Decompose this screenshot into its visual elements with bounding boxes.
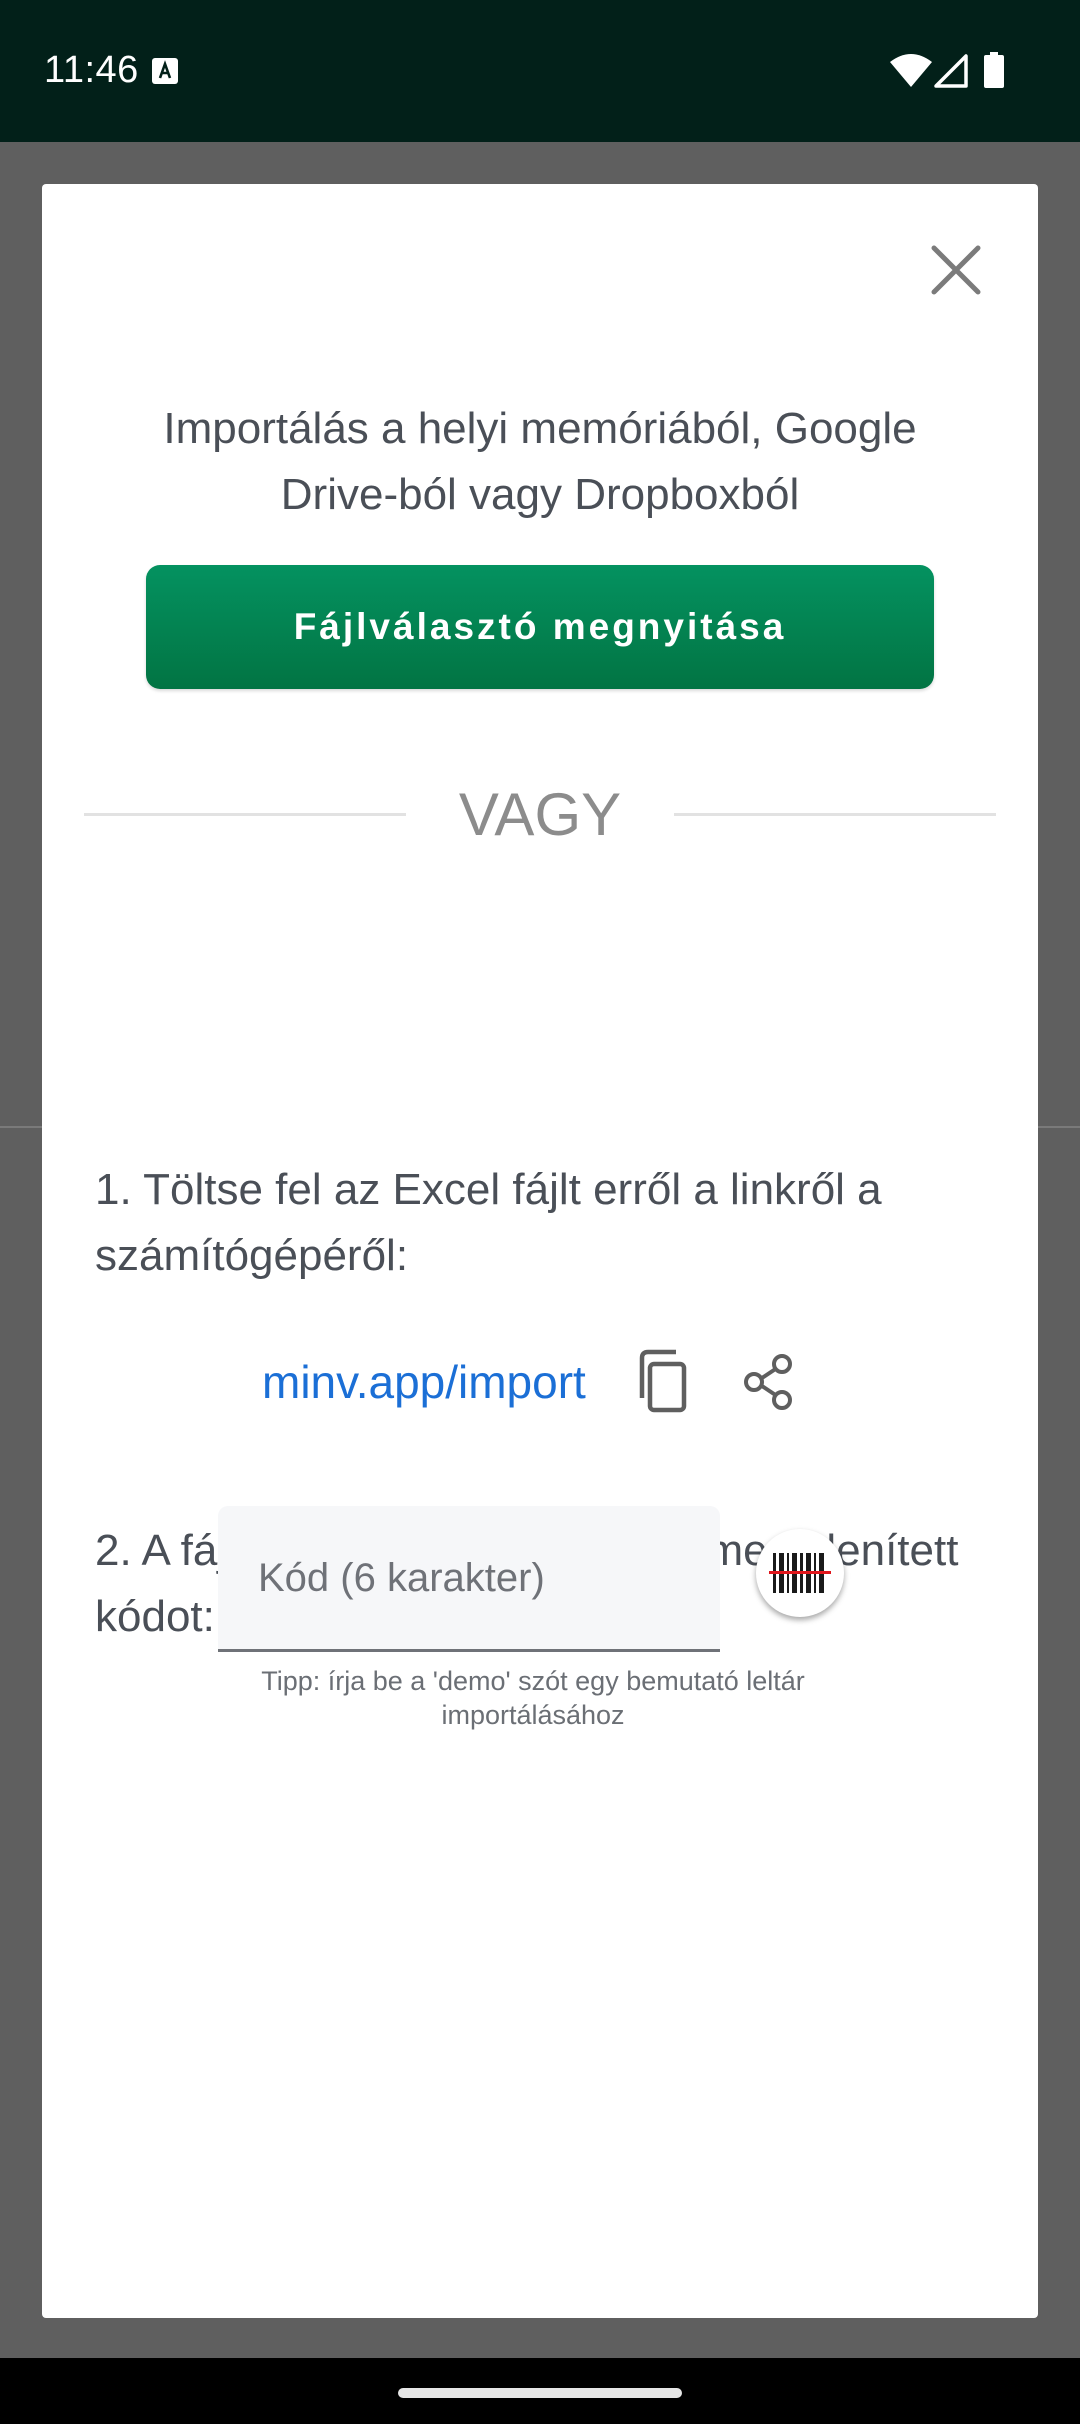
navigation-bar — [0, 2358, 1080, 2424]
divider-right — [674, 813, 996, 816]
scan-barcode-button[interactable] — [756, 1529, 844, 1617]
import-link[interactable]: minv.app/import — [262, 1354, 586, 1410]
close-button[interactable] — [914, 228, 998, 312]
text-input-notification-icon — [152, 58, 178, 84]
import-title: Importálás a helyi memóriából, Google Dr… — [163, 404, 917, 519]
barcode-scanner-icon — [769, 1553, 831, 1593]
import-dialog: Importálás a helyi memóriából, Google Dr… — [42, 184, 1038, 2318]
copy-icon[interactable] — [630, 1346, 702, 1418]
import-link-row: minv.app/import — [42, 1340, 1038, 1424]
status-time: 11:46 — [44, 49, 139, 91]
demo-tip: Tipp: írja be a 'demo' szót egy bemutató… — [261, 1666, 805, 1730]
code-field[interactable] — [218, 1506, 720, 1652]
share-icon[interactable] — [736, 1350, 800, 1414]
or-separator: VAGY — [458, 781, 622, 848]
step-1-instruction: 1. Töltse fel az Excel fájlt erről a lin… — [95, 1165, 882, 1280]
home-gesture-handle[interactable] — [398, 2388, 682, 2398]
open-file-picker-button[interactable]: Fájlválasztó megnyitása — [146, 565, 934, 689]
status-bar: 11:46 — [0, 0, 1080, 142]
close-icon — [931, 245, 981, 295]
battery-icon — [984, 52, 1004, 88]
cell-signal-icon — [934, 54, 968, 88]
wifi-icon — [890, 54, 932, 87]
divider-left — [84, 813, 406, 816]
code-input[interactable] — [258, 1550, 688, 1606]
